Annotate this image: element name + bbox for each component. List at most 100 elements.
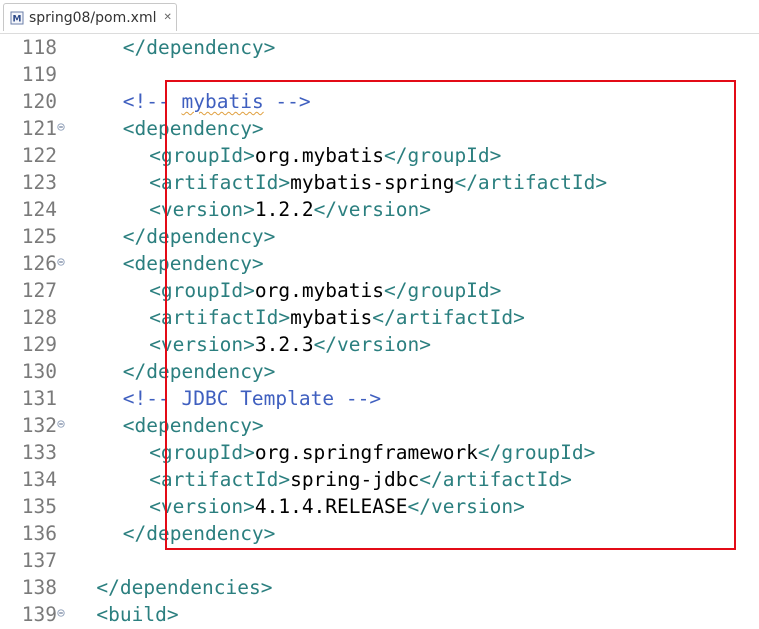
maven-pom-icon: M (10, 11, 24, 25)
line-number: 121 (21, 117, 57, 140)
xml-tag: <artifactId> (149, 171, 291, 194)
line-number: 137 (21, 549, 57, 572)
code-content: <groupId>org.springframework</groupId> (149, 439, 595, 466)
xml-tag: </dependencies> (96, 576, 273, 599)
line-number: 136 (21, 522, 57, 545)
line-number: 127 (21, 279, 57, 302)
code-line[interactable]: 137 (0, 547, 759, 574)
xml-text: spring-jdbc (290, 468, 420, 491)
code-content: <!-- mybatis --> (123, 88, 311, 115)
xml-tag: <artifactId> (149, 306, 291, 329)
line-number: 128 (21, 306, 57, 329)
code-line[interactable]: 134 <artifactId>spring-jdbc</artifactId> (0, 466, 759, 493)
xml-tag: <version> (149, 495, 255, 518)
xml-comment: <!-- JDBC Template --> (122, 387, 382, 410)
code-content: <artifactId>mybatis-spring</artifactId> (149, 169, 607, 196)
close-icon[interactable]: ✕ (163, 12, 171, 23)
xml-tag: <groupId> (149, 144, 255, 167)
line-number: 139 (21, 603, 57, 626)
code-line[interactable]: 123 <artifactId>mybatis-spring</artifactI… (0, 169, 759, 196)
xml-tag: </groupId> (477, 441, 596, 464)
code-content: <artifactId>spring-jdbc</artifactId> (149, 466, 572, 493)
code-content: </dependency> (123, 520, 276, 547)
xml-tag: <groupId> (149, 441, 255, 464)
line-number: 123 (21, 171, 57, 194)
code-line[interactable]: 131 <!-- JDBC Template --> (0, 385, 759, 412)
tab-label: spring08/pom.xml (29, 9, 157, 26)
xml-tag: <dependency> (122, 117, 264, 140)
xml-tag: <dependency> (122, 252, 264, 275)
line-number: 134 (21, 468, 57, 491)
xml-comment: --> (263, 90, 311, 113)
fold-toggle-icon[interactable] (57, 115, 65, 142)
code-line[interactable]: 133 <groupId>org.springframework</groupId… (0, 439, 759, 466)
xml-tag: <build> (96, 603, 179, 626)
code-editor[interactable]: 118 </dependency> 119 120 <!-- mybatis --> 12… (0, 34, 759, 629)
code-content: <groupId>org.mybatis</groupId> (149, 277, 501, 304)
xml-tag: </dependency> (122, 360, 276, 383)
xml-tag: </dependency> (122, 522, 276, 545)
xml-text: org.mybatis (254, 144, 384, 167)
code-content: <dependency> (123, 115, 264, 142)
code-line[interactable]: 129 <version>3.2.3</version> (0, 331, 759, 358)
code-line[interactable]: 132 <dependency> (0, 412, 759, 439)
xml-text: org.springframework (254, 441, 478, 464)
code-content: </dependency> (123, 34, 276, 61)
xml-tag: </dependency> (122, 225, 276, 248)
editor-tab-bar: M spring08/pom.xml ✕ (0, 0, 759, 34)
line-number: 132 (21, 414, 57, 437)
code-line[interactable]: 130 </dependency> (0, 358, 759, 385)
code-line[interactable]: 138 </dependencies> (0, 574, 759, 601)
code-content: <build> (96, 601, 178, 628)
fold-toggle-icon[interactable] (57, 601, 65, 628)
code-content: <version>1.2.2</version> (149, 196, 431, 223)
code-line[interactable]: 128 <artifactId>mybatis</artifactId> (0, 304, 759, 331)
xml-text: 4.1.4.RELEASE (254, 495, 408, 518)
xml-comment: mybatis (181, 90, 264, 113)
code-line[interactable]: 121 <dependency> (0, 115, 759, 142)
code-content: <artifactId>mybatis</artifactId> (149, 304, 525, 331)
line-number: 124 (21, 198, 57, 221)
xml-editor-window: M spring08/pom.xml ✕ 118 </dependency> 119… (0, 0, 759, 629)
xml-tag: </version> (407, 495, 525, 518)
tab-pom-xml[interactable]: M spring08/pom.xml ✕ (3, 3, 177, 31)
code-content: <dependency> (123, 250, 264, 277)
xml-tag: </artifactId> (372, 306, 525, 329)
xml-tag: <version> (149, 333, 255, 356)
xml-tag: </groupId> (384, 279, 502, 302)
xml-text: org.mybatis (254, 279, 384, 302)
code-line[interactable]: 124 <version>1.2.2</version> (0, 196, 759, 223)
code-line[interactable]: 126 <dependency> (0, 250, 759, 277)
line-number: 129 (21, 333, 57, 356)
line-number: 126 (21, 252, 57, 275)
line-number: 119 (21, 63, 57, 86)
code-content: <!-- JDBC Template --> (123, 385, 381, 412)
code-line[interactable]: 127 <groupId>org.mybatis</groupId> (0, 277, 759, 304)
code-line[interactable]: 136 </dependency> (0, 520, 759, 547)
code-content: </dependency> (123, 223, 276, 250)
line-number: 120 (21, 90, 57, 113)
code-line[interactable]: 118 </dependency> (0, 34, 759, 61)
xml-text: mybatis-spring (290, 171, 455, 194)
code-line[interactable]: 125 </dependency> (0, 223, 759, 250)
code-content: </dependencies> (96, 574, 272, 601)
code-line[interactable]: 120 <!-- mybatis --> (0, 88, 759, 115)
code-line[interactable]: 122 <groupId>org.mybatis</groupId> (0, 142, 759, 169)
code-line[interactable]: 139 <build> (0, 601, 759, 628)
code-line[interactable]: 135 <version>4.1.4.RELEASE</version> (0, 493, 759, 520)
xml-tag: </artifactId> (454, 171, 608, 194)
xml-tag: </dependency> (122, 36, 276, 59)
xml-tag: <version> (149, 198, 255, 221)
xml-tag: </version> (313, 198, 431, 221)
code-content: <version>4.1.4.RELEASE</version> (149, 493, 525, 520)
xml-tag: <groupId> (149, 279, 255, 302)
code-content: <version>3.2.3</version> (149, 331, 431, 358)
line-number: 122 (21, 144, 57, 167)
xml-comment: <!-- (122, 90, 182, 113)
code-content: <dependency> (123, 412, 264, 439)
xml-text: 1.2.2 (254, 198, 314, 221)
fold-toggle-icon[interactable] (57, 412, 65, 439)
code-line[interactable]: 119 (0, 61, 759, 88)
fold-toggle-icon[interactable] (57, 250, 65, 277)
xml-tag: </version> (313, 333, 431, 356)
